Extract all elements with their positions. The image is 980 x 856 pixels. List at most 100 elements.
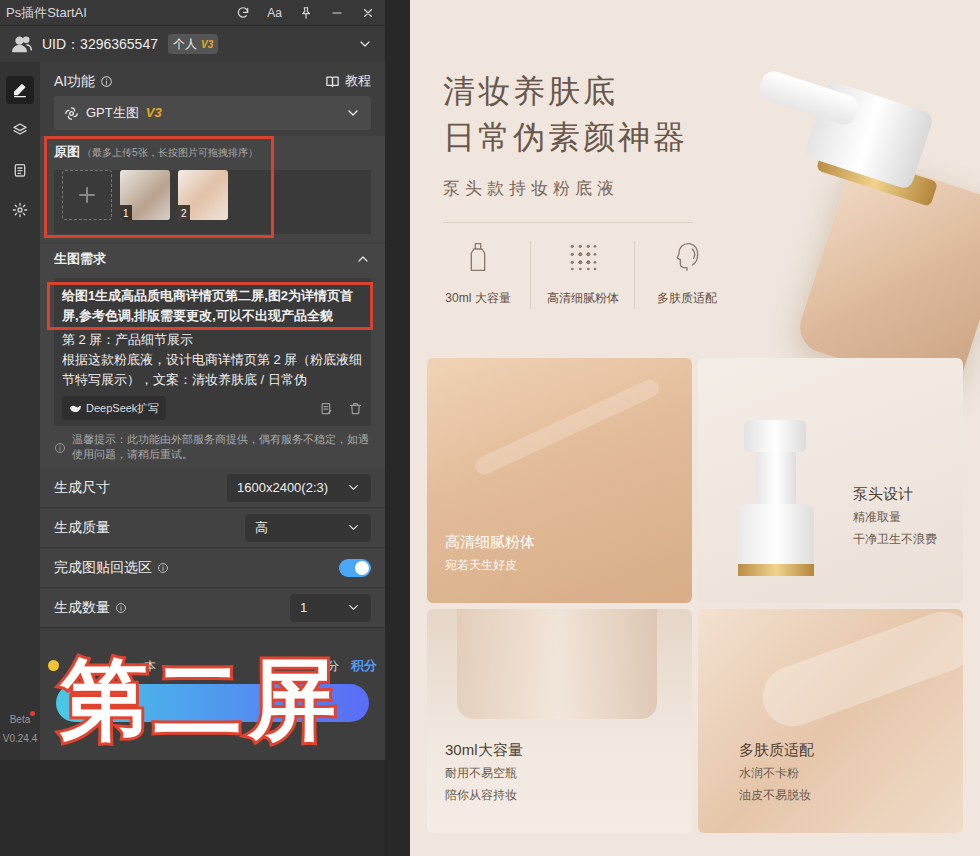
card-line: 宛若天生好皮 (445, 555, 535, 575)
feature-item: 30ml 大容量 (426, 241, 530, 309)
source-images-section: 原图（最多上传5张，长按图片可拖拽排序） 1 2 (40, 136, 385, 242)
card-line: 干净卫生不浪费 (853, 529, 937, 549)
setting-row: 完成图贴回选区 (40, 548, 385, 588)
recharge-link[interactable]: 积分 (351, 658, 377, 673)
feature-label: 多肤质适配 (657, 291, 717, 305)
overlay-title: 第二屏 (60, 650, 342, 750)
feature-item: 多肤质适配 (634, 241, 738, 309)
setting-toggle[interactable] (339, 559, 371, 577)
card-line: 油皮不易脱妆 (739, 785, 814, 805)
plan-name: 个人 (173, 35, 197, 53)
model-select[interactable]: GPT生图 V3 (54, 96, 371, 130)
image-thumbnail[interactable]: 2 (178, 170, 228, 220)
panel-title: Ps插件StartAI (6, 3, 87, 23)
prompt-textarea[interactable]: 给图1生成高品质电商详情页第二屏,图2为详情页首屏,参考色调,排版需要更改,可以… (54, 278, 371, 426)
overlay-caption: 第二屏 (60, 650, 342, 750)
dots-icon (567, 241, 599, 273)
setting-select[interactable]: 高 (245, 514, 371, 542)
select-value: 1 (300, 598, 307, 618)
tutorial-link[interactable]: 教程 (325, 71, 371, 91)
poster-title: 清妆养肤底 (443, 72, 618, 110)
chevron-down-icon[interactable] (357, 36, 373, 52)
source-highlight: 原图（最多上传5张，长按图片可拖拽排序） 1 2 (44, 136, 274, 238)
face-icon (671, 241, 703, 273)
setting-label: 生成尺寸 (54, 477, 110, 498)
info-icon (54, 433, 66, 462)
notice-text: 温馨提示：此功能由外部服务商提供，偶有服务不稳定，如遇使用问题，请稍后重试。 (72, 432, 371, 462)
history-icon[interactable] (319, 401, 334, 416)
detail-card: 泵头设计精准取量干净卫生不浪费 (698, 358, 963, 603)
feature-label: 30ml 大容量 (445, 291, 510, 305)
sidebar-item[interactable] (6, 116, 34, 144)
card-line: 耐用不易空瓶 (445, 763, 523, 783)
thumbnail-index: 2 (181, 208, 187, 219)
font-size-button[interactable]: Aa (267, 4, 282, 22)
version-number: V0.24.4 (3, 731, 37, 746)
card-line: 水润不卡粉 (739, 763, 814, 783)
plan-badge: 个人 V3 (168, 34, 218, 54)
poster-subtitle: 泵头款持妆粉底液 (443, 178, 619, 198)
tutorial-label[interactable]: 教程 (345, 71, 371, 91)
feature-label: 高清细腻粉体 (547, 291, 619, 305)
sidebar-item[interactable] (6, 76, 34, 104)
pin-icon[interactable] (299, 6, 313, 20)
image-thumbnail[interactable]: 1 (120, 170, 170, 220)
product-photo (725, 55, 980, 350)
tool-sidebar: Beta V0.24.4 (0, 62, 40, 760)
chevron-down-icon (346, 520, 361, 535)
setting-label: 生成数量 (54, 597, 110, 618)
uid-label: UID：3296365547 (42, 34, 158, 55)
gear-icon (12, 202, 28, 218)
info-icon[interactable] (100, 75, 113, 88)
thumbnail-index: 1 (123, 208, 129, 219)
setting-label: 生成质量 (54, 517, 110, 538)
info-icon[interactable] (157, 562, 169, 574)
prompt-title: 生图需求 (54, 249, 106, 269)
layers-icon (12, 122, 28, 138)
users-icon (12, 34, 32, 54)
minimize-icon[interactable] (330, 6, 344, 20)
detail-card: 高清细腻粉体宛若天生好皮 (427, 358, 692, 603)
deepseek-expand-button[interactable]: DeepSeek扩写 (62, 396, 166, 420)
model-name[interactable]: GPT生图 (86, 103, 139, 123)
setting-select[interactable]: 1600x2400(2:3) (227, 474, 371, 502)
info-icon[interactable] (115, 602, 127, 614)
source-hint: （最多上传5张，长按图片可拖拽排序） (82, 145, 258, 160)
chevron-down-icon (346, 600, 361, 615)
setting-select[interactable]: 1 (290, 594, 371, 622)
prompt-highlight: 给图1生成高品质电商详情页第二屏,图2为详情页首屏,参考色调,排版需要更改,可以… (47, 282, 373, 330)
beta-label: Beta (10, 712, 31, 727)
card-line: 精准取量 (853, 507, 901, 527)
prompt-paragraph: 根据这款粉底液，设计电商详情页第 2 屏（粉底液细节特写展示），文案：清妆养肤底… (62, 352, 362, 387)
refresh-icon[interactable] (236, 6, 250, 20)
plan-level: V3 (201, 37, 213, 52)
model-level: V3 (146, 103, 162, 123)
user-bar: UID：3296365547 个人 V3 (0, 26, 385, 62)
bottle-icon (462, 241, 494, 273)
deepseek-label[interactable]: DeepSeek扩写 (86, 398, 159, 418)
trash-icon[interactable] (348, 401, 363, 416)
detail-card: 30ml大容量耐用不易空瓶陪你从容持妆 (427, 609, 692, 833)
add-image-button[interactable] (62, 170, 112, 220)
select-value: 高 (255, 518, 268, 538)
card-line: 陪你从容持妆 (445, 785, 523, 805)
chevron-up-icon[interactable] (355, 251, 371, 267)
chevron-down-icon (346, 480, 361, 495)
card-title: 泵头设计 (853, 483, 913, 505)
prompt-paragraph: 给图1生成高品质电商详情页第二屏,图2为详情页首屏,参考色调,排版需要更改,可以… (62, 288, 353, 323)
close-icon[interactable] (361, 6, 375, 20)
canvas-image: 清妆养肤底日常伪素颜神器泵头款持妆粉底液30ml 大容量高清细腻粉体多肤质适配高… (410, 0, 980, 856)
pencil-icon (12, 82, 28, 98)
card-title: 多肤质适配 (739, 739, 814, 761)
poster-title: 日常伪素颜神器 (443, 118, 688, 156)
deepseek-icon (69, 402, 82, 415)
update-dot (30, 711, 35, 716)
card-title: 30ml大容量 (445, 739, 523, 761)
sidebar-item[interactable] (6, 196, 34, 224)
setting-row: 生成尺寸 1600x2400(2:3) (40, 468, 385, 508)
source-title: 原图 (54, 142, 80, 162)
chevron-down-icon (345, 105, 361, 121)
clipboard-icon (12, 162, 28, 178)
feature-item: 高清细腻粉体 (530, 241, 634, 309)
sidebar-item[interactable] (6, 156, 34, 184)
